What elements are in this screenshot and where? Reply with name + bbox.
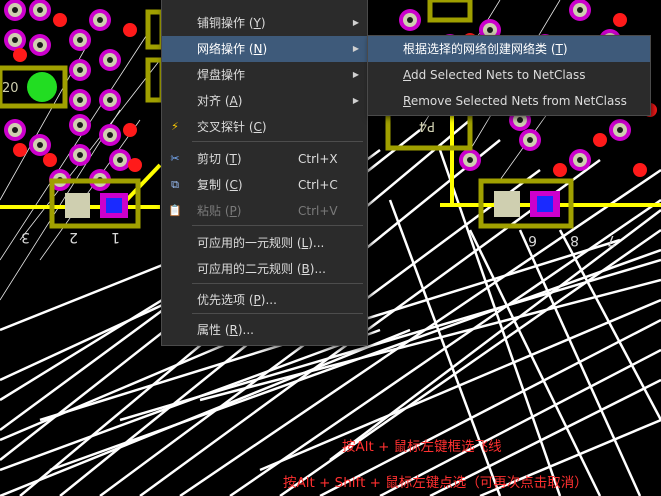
menu-item-pad-actions[interactable]: 焊盘操作 ▶: [162, 62, 367, 88]
menu-item-copper-pour[interactable]: 铺铜操作 (Y) ▶: [162, 10, 367, 36]
submenu-arrow-icon: ▶: [352, 70, 359, 79]
menu-separator: [192, 141, 363, 142]
menu-item-paste[interactable]: 📋 粘贴 (P) Ctrl+V: [162, 198, 367, 224]
menu-item-preferences[interactable]: 优先选项 (P)...: [162, 287, 367, 313]
designator-left: 20: [2, 81, 19, 96]
submenu-arrow-icon: ▶: [352, 18, 359, 27]
menu-item-properties[interactable]: 属性 (R)...: [162, 317, 367, 343]
hint-text-click-select: 按Alt + Shift + 鼠标左键点选（可再次点击取消）: [283, 475, 588, 491]
submenu-item-create-netclass[interactable]: 根据选择的网络创建网络类 (T): [368, 36, 650, 62]
pin-label-8: 8: [570, 232, 579, 248]
copy-icon: ⧉: [171, 178, 179, 191]
menu-item-net-actions[interactable]: 网络操作 (N) ▶: [162, 36, 367, 62]
menu-item-cut[interactable]: ✂ 剪切 (T) Ctrl+X: [162, 146, 367, 172]
pad-right-a: [494, 191, 520, 217]
pin-label-1: 1: [111, 229, 120, 245]
pin-label-3: 3: [21, 229, 30, 245]
pin-label-6: 6: [528, 232, 537, 248]
menu-separator: [192, 283, 363, 284]
submenu-item-add-nets[interactable]: Add Selected Nets to NetClass: [368, 62, 650, 88]
menu-separator: [192, 313, 363, 314]
submenu-arrow-icon: ▶: [352, 44, 359, 53]
menu-item-align[interactable]: 对齐 (A) ▶: [162, 88, 367, 114]
net-actions-submenu: 根据选择的网络创建网络类 (T) Add Selected Nets to Ne…: [367, 35, 651, 116]
paste-icon: 📋: [168, 204, 182, 217]
submenu-item-remove-nets[interactable]: Remove Selected Nets from NetClass: [368, 88, 650, 114]
pin-label-7: 7: [607, 232, 616, 248]
context-menu: 铺铜操作 (Y) ▶ 网络操作 (N) ▶ 焊盘操作 ▶ 对齐 (A) ▶ ⚡ …: [161, 0, 368, 346]
pin-label-2: 2: [69, 229, 78, 245]
menu-item-unary-rules[interactable]: 可应用的一元规则 (L)...: [162, 230, 367, 256]
menu-item-cross-probe[interactable]: ⚡ 交叉探针 (C): [162, 114, 367, 140]
scissors-icon: ✂: [170, 152, 180, 165]
menu-item-binary-rules[interactable]: 可应用的二元规则 (B)...: [162, 256, 367, 282]
pad-left-a: [65, 193, 90, 218]
cross-probe-icon: ⚡: [171, 120, 179, 133]
menu-separator: [192, 225, 363, 226]
submenu-arrow-icon: ▶: [352, 96, 359, 105]
menu-item-copy[interactable]: ⧉ 复制 (C) Ctrl+C: [162, 172, 367, 198]
hint-text-box-select: 按Alt + 鼠标左键框选飞线: [342, 439, 502, 455]
green-pad: [27, 72, 57, 102]
designator-mid: P4: [419, 118, 435, 133]
